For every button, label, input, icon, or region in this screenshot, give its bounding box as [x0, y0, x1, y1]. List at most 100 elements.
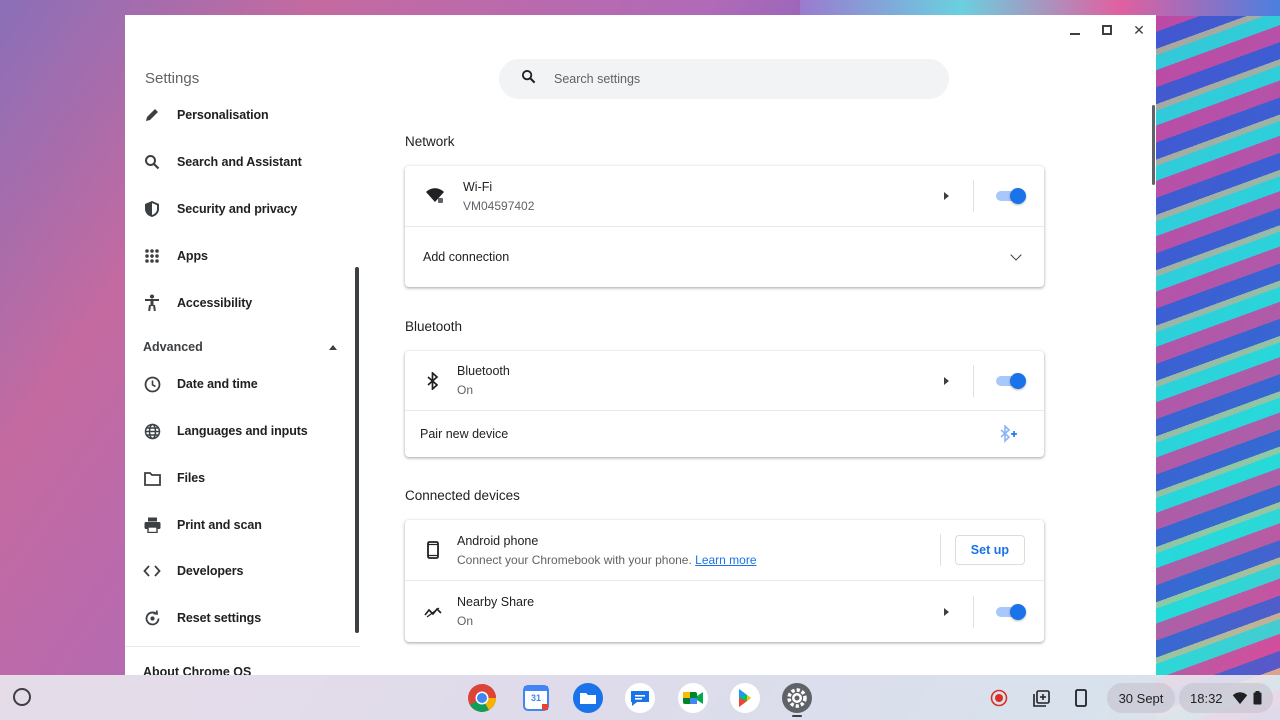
battery-icon	[1253, 691, 1262, 705]
chrome-app[interactable]	[466, 682, 498, 714]
phone-icon	[423, 540, 443, 560]
bluetooth-text: Bluetooth On	[457, 364, 510, 397]
window-controls: ✕	[1068, 22, 1146, 38]
minimize-icon	[1070, 33, 1080, 35]
files-icon	[573, 683, 603, 713]
sidebar-item-date-time[interactable]: Date and time	[143, 369, 343, 399]
add-connection-label: Add connection	[423, 250, 510, 264]
phone-hub-button[interactable]	[1068, 683, 1094, 713]
bluetooth-row[interactable]: Bluetooth On	[405, 351, 1044, 411]
files-app[interactable]	[572, 682, 604, 714]
chevron-right-icon[interactable]	[944, 607, 949, 616]
settings-icon	[782, 683, 812, 713]
bluetooth-title: Bluetooth	[457, 364, 510, 378]
sidebar-item-label: Print and scan	[177, 518, 262, 532]
bluetooth-section-title: Bluetooth	[405, 319, 463, 334]
nearby-share-row[interactable]: Nearby Share On	[405, 581, 1044, 642]
row-separator	[973, 180, 974, 212]
sidebar-title: Settings	[145, 70, 200, 87]
close-button[interactable]: ✕	[1132, 22, 1146, 38]
wifi-row[interactable]: Wi-Fi VM04597402	[405, 166, 1044, 227]
sidebar-item-about[interactable]: About Chrome OS	[143, 665, 251, 675]
sidebar-item-personalisation[interactable]: Personalisation	[143, 100, 343, 130]
bluetooth-toggle[interactable]	[996, 372, 1026, 389]
sidebar-divider	[125, 646, 360, 647]
sidebar-item-languages[interactable]: Languages and inputs	[143, 416, 343, 446]
sidebar-item-label: Reset settings	[177, 611, 262, 625]
connected-section-title: Connected devices	[405, 488, 520, 503]
maximize-button[interactable]	[1100, 23, 1114, 37]
chevron-right-icon[interactable]	[944, 376, 949, 385]
active-app-indicator	[792, 715, 802, 717]
pair-device-row[interactable]: Pair new device	[405, 411, 1044, 457]
wifi-text: Wi-Fi VM04597402	[463, 180, 534, 213]
search-icon	[143, 153, 161, 171]
wifi-network-name: VM04597402	[463, 198, 535, 213]
add-connection-row[interactable]: Add connection	[405, 227, 1044, 287]
screen-record-button[interactable]	[986, 683, 1012, 713]
sidebar-item-search-assistant[interactable]: Search and Assistant	[143, 147, 343, 177]
main-scrollbar[interactable]	[1152, 105, 1155, 185]
pencil-icon	[143, 106, 161, 124]
bluetooth-status: On	[457, 383, 474, 397]
sidebar-item-files[interactable]: Files	[143, 463, 343, 493]
wifi-status-icon	[1232, 691, 1247, 704]
wifi-toggle[interactable]	[996, 188, 1026, 204]
android-phone-subtitle: Connect your Chromebook with your phone.	[457, 552, 692, 567]
meet-app[interactable]	[677, 682, 709, 714]
chevron-right-icon[interactable]	[944, 192, 949, 200]
sidebar-item-label: Search and Assistant	[177, 155, 302, 169]
bluetooth-card: Bluetooth On Pair new device	[405, 351, 1044, 457]
minimize-button[interactable]	[1068, 23, 1082, 37]
sidebar-item-label: Languages and inputs	[177, 424, 308, 438]
toggle-knob	[1010, 603, 1026, 620]
shield-icon	[143, 200, 161, 218]
clipboard-button[interactable]	[1028, 683, 1054, 713]
phone-hub-icon	[1075, 689, 1087, 707]
messages-icon	[625, 683, 655, 713]
nearby-share-text: Nearby Share On	[457, 595, 534, 628]
wallpaper-right	[1156, 0, 1280, 720]
sidebar-item-apps[interactable]: Apps	[143, 241, 343, 271]
chrome-icon	[468, 684, 496, 712]
folder-icon	[143, 469, 161, 487]
play-store-app[interactable]	[729, 682, 761, 714]
printer-icon	[143, 516, 161, 534]
nearby-share-status: On	[457, 614, 474, 628]
status-tray[interactable]: 18:32	[1179, 683, 1273, 713]
calendar-app[interactable]: 31	[520, 682, 552, 714]
android-phone-title: Android phone	[457, 533, 539, 548]
play-store-icon	[730, 683, 760, 713]
settings-app[interactable]	[781, 682, 813, 714]
sidebar: Settings Personalisation Search and Assi…	[125, 15, 365, 675]
row-separator	[973, 364, 974, 397]
apps-grid-icon	[143, 247, 161, 265]
sidebar-item-security[interactable]: Security and privacy	[143, 194, 343, 224]
sidebar-item-developers[interactable]: Developers	[143, 556, 343, 586]
bluetooth-add-icon[interactable]	[1000, 424, 1018, 448]
wifi-title: Wi-Fi	[463, 179, 493, 194]
row-separator	[940, 534, 941, 566]
sidebar-item-label: Personalisation	[177, 108, 269, 122]
date-tray[interactable]: 30 Sept	[1107, 683, 1175, 713]
android-phone-description: Connect your Chromebook with your phone.…	[457, 553, 757, 567]
search-icon	[521, 69, 536, 89]
messages-app[interactable]	[624, 682, 656, 714]
set-up-button[interactable]: Set up	[954, 535, 1025, 565]
sidebar-item-label: Files	[177, 471, 205, 485]
row-separator	[973, 595, 974, 628]
advanced-toggle[interactable]: Advanced	[143, 335, 343, 359]
sidebar-item-accessibility[interactable]: Accessibility	[143, 288, 343, 318]
learn-more-link[interactable]: Learn more	[695, 553, 756, 567]
sidebar-item-print-scan[interactable]: Print and scan	[143, 510, 343, 540]
search-bar[interactable]	[499, 59, 949, 99]
code-icon	[143, 562, 161, 580]
search-input[interactable]	[554, 72, 914, 86]
sidebar-item-reset[interactable]: Reset settings	[143, 603, 343, 633]
clock-icon	[143, 375, 161, 393]
nearby-share-icon	[423, 602, 443, 622]
launcher-button[interactable]	[13, 688, 31, 706]
android-phone-row[interactable]: Android phone Connect your Chromebook wi…	[405, 520, 1044, 581]
sidebar-scrollbar[interactable]	[355, 267, 359, 633]
nearby-share-toggle[interactable]	[996, 603, 1026, 620]
